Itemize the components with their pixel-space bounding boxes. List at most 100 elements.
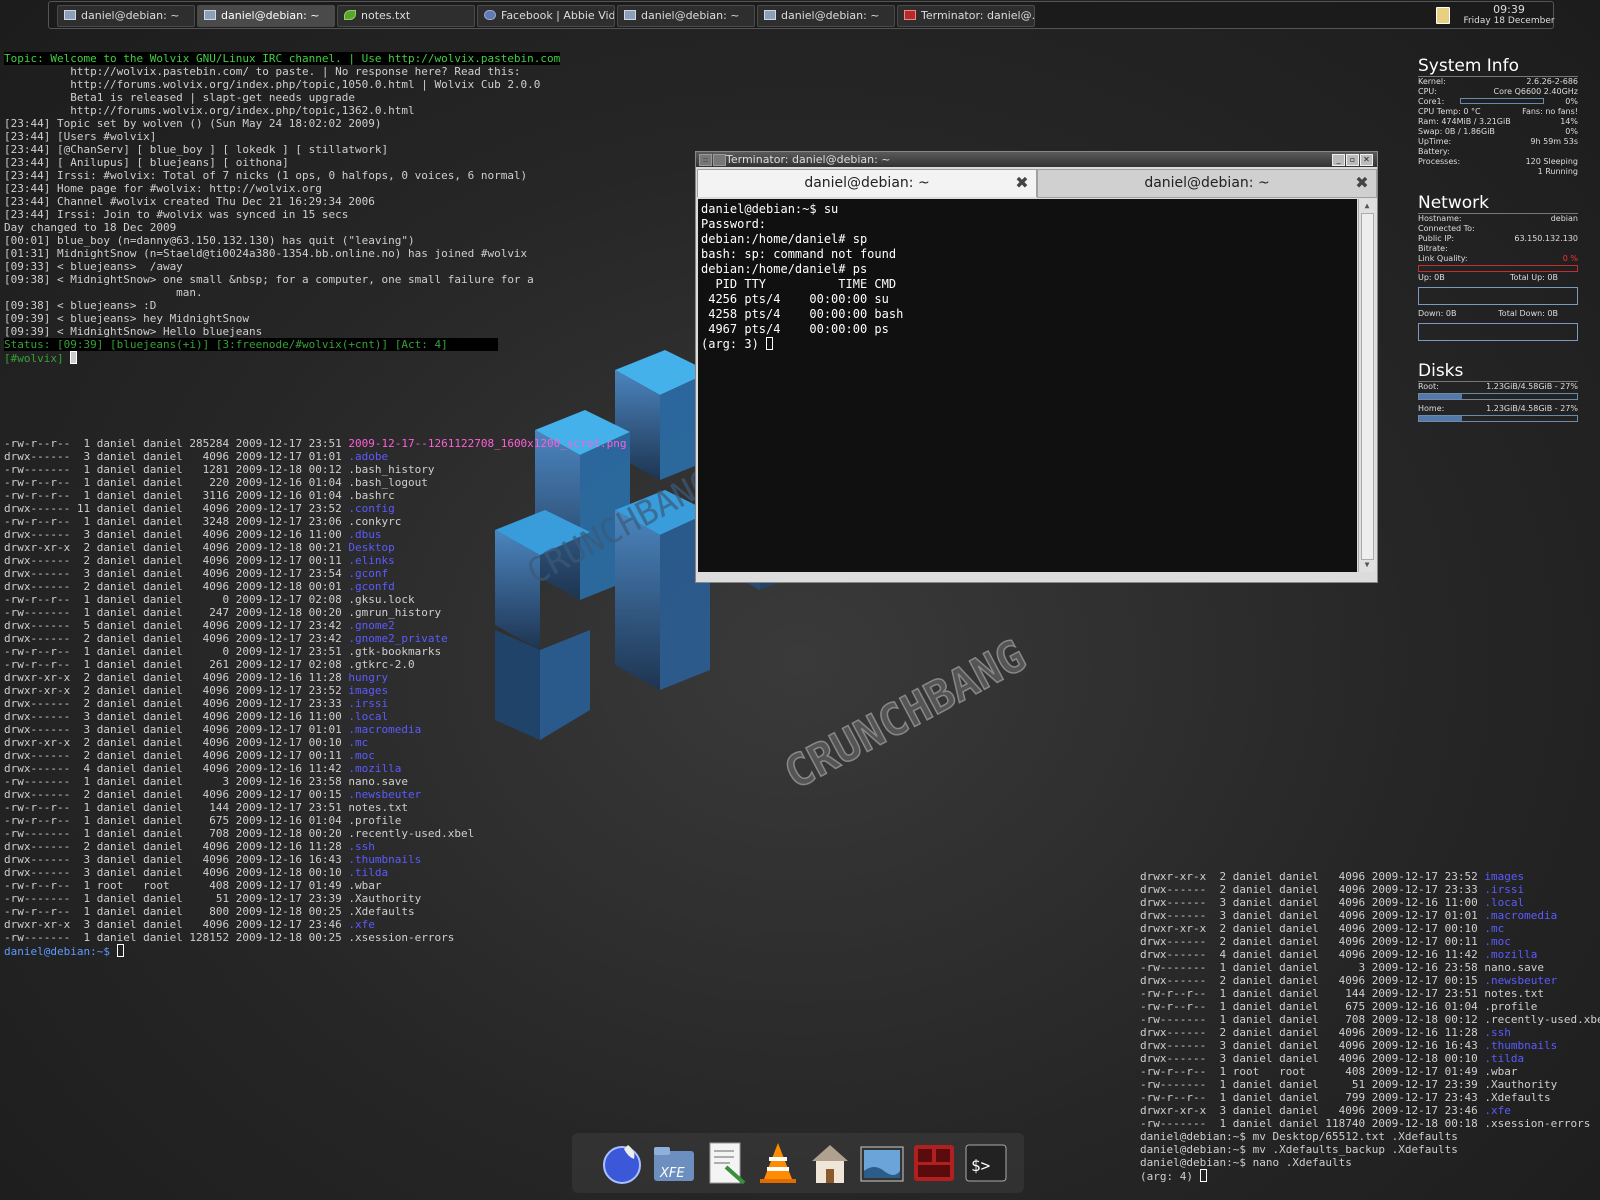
terminator-icon <box>904 10 916 20</box>
terminal-app-icon[interactable]: $> <box>964 1141 1008 1185</box>
terminal-screen[interactable]: daniel@debian:~$ su Password: debian:/home… <box>698 199 1357 572</box>
file-name: .irssi <box>348 697 389 710</box>
file-name: .gtkrc-2.0 <box>348 658 415 671</box>
listing-row: -rw------- 1 daniel daniel 1281 2009-12-… <box>4 463 627 476</box>
listing-row: drwxr-xr-x 3 daniel daniel 4096 2009-12-… <box>1140 1104 1600 1117</box>
file-meta: drwx------ 3 daniel daniel 4096 2009-12-… <box>4 853 349 866</box>
terminal-line: 4256 pts/4 00:00:00 su <box>701 292 889 306</box>
conky-row: Ram: 474MiB / 3.21GiB 14% <box>1418 117 1578 127</box>
file-meta: -rw------- 1 daniel daniel 1281 2009-12-… <box>4 463 349 476</box>
terminal-scrollbar[interactable]: ▲ ▼ <box>1358 199 1375 572</box>
leaf-icon <box>344 10 356 20</box>
conky-key: Public IP: <box>1418 234 1455 243</box>
ls-listing-left[interactable]: -rw-r--r-- 1 daniel daniel 285284 2009-1… <box>4 437 627 958</box>
conky-row: 1 Running <box>1418 167 1578 177</box>
clock[interactable]: 09:39 Friday 18 December <box>1454 4 1564 27</box>
home-folder-icon[interactable] <box>808 1141 852 1185</box>
browser-globe-icon[interactable] <box>600 1141 644 1185</box>
close-button[interactable]: ✕ <box>1360 154 1373 166</box>
conky-value: 2.6.26-2-686 <box>1526 77 1578 86</box>
conky-row: CPU: Core Q6600 2.40GHz <box>1418 87 1578 97</box>
irc-input-line[interactable]: [#wolvix] <box>4 351 560 365</box>
listing-row: -rw------- 1 daniel daniel 3 2009-12-16 … <box>4 775 627 788</box>
file-meta: -rw-r--r-- 1 daniel daniel 675 2009-12-1… <box>1140 1000 1485 1013</box>
minimize-button[interactable]: _ <box>1332 154 1345 166</box>
desktop-preview-icon[interactable] <box>860 1141 904 1185</box>
vlc-icon[interactable] <box>756 1141 800 1185</box>
tab-1-label: daniel@debian: ~ <box>804 175 930 191</box>
conky-key: Battery: <box>1418 147 1450 156</box>
conky-key: Kernel: <box>1418 77 1446 86</box>
file-name: .bash_logout <box>348 476 428 489</box>
taskbar-button[interactable]: daniel@debian: ~ <box>197 5 335 27</box>
listing-row: drwx------ 2 daniel daniel 4096 2009-12-… <box>4 554 627 567</box>
file-name: notes.txt <box>1484 987 1544 1000</box>
scroll-down-icon[interactable]: ▼ <box>1362 560 1372 570</box>
file-meta: -rw-r--r-- 1 daniel daniel 144 2009-12-1… <box>4 801 349 814</box>
shell-prompt[interactable]: daniel@debian:~$ <box>4 944 627 958</box>
terminal-icon <box>64 10 76 20</box>
window-menu-icon[interactable]: :: <box>699 154 712 166</box>
taskbar-button[interactable]: daniel@debian: ~ <box>617 5 755 27</box>
file-meta: -rw-r--r-- 1 daniel daniel 220 2009-12-1… <box>4 476 349 489</box>
terminal-icon <box>624 10 636 20</box>
terminator-window[interactable]: :: Terminator: daniel@debian: ~ _ ▫ ✕ da… <box>695 151 1378 583</box>
link-quality-bar <box>1418 265 1578 272</box>
irssi-terminal[interactable]: Topic: Welcome to the Wolvix GNU/Linux I… <box>4 52 561 365</box>
shell-command-line: daniel@debian:~$ nano .Xdefaults <box>1140 1156 1352 1169</box>
listing-row: -rw-r--r-- 1 daniel daniel 799 2009-12-1… <box>1140 1091 1600 1104</box>
listing-row: drwx------ 4 daniel daniel 4096 2009-12-… <box>4 762 627 775</box>
maximize-button[interactable]: ▫ <box>1346 154 1359 166</box>
terminal-line: PID TTY TIME CMD <box>701 277 897 291</box>
taskbar-button[interactable]: Facebook | Abbie Vid... <box>477 5 615 27</box>
irc-line: [09:39] < MidnightSnow> Hello bluejeans <box>4 325 263 338</box>
taskbar-button[interactable]: Terminator: daniel@... <box>897 5 1035 27</box>
xfe-file-manager-icon[interactable]: XFE <box>652 1141 696 1185</box>
tab-2-close-icon[interactable]: ✖ <box>1354 175 1370 191</box>
shell-command-line: daniel@debian:~$ mv Desktop/65512.txt .X… <box>1140 1130 1458 1143</box>
root-disk-value: 1.23GiB/4.58GiB - 27% <box>1486 382 1578 391</box>
window-titlebar[interactable]: :: Terminator: daniel@debian: ~ _ ▫ ✕ <box>696 152 1377 167</box>
file-name: .Xdefaults <box>348 905 415 918</box>
conky-value: debian <box>1550 214 1578 223</box>
file-meta: drwx------ 3 daniel daniel 4096 2009-12-… <box>1140 896 1485 909</box>
listing-row: -rw-r--r-- 1 daniel daniel 144 2009-12-1… <box>1140 987 1600 1000</box>
file-meta: drwx------ 3 daniel daniel 4096 2009-12-… <box>1140 1052 1485 1065</box>
taskbar-button[interactable]: daniel@debian: ~ <box>757 5 895 27</box>
listing-row: drwxr-xr-x 3 daniel daniel 4096 2009-12-… <box>4 918 627 931</box>
listing-row: drwx------ 2 daniel daniel 4096 2009-12-… <box>4 749 627 762</box>
terminal-icon <box>764 10 776 20</box>
terminator-app-icon[interactable] <box>912 1141 956 1185</box>
listing-row: drwx------ 3 daniel daniel 4096 2009-12-… <box>4 528 627 541</box>
file-name: .recently-used.xbel <box>1484 1013 1600 1026</box>
scrollbar-thumb[interactable] <box>1361 213 1374 560</box>
tab-1[interactable]: daniel@debian: ~ ✖ <box>697 169 1037 197</box>
scroll-up-icon[interactable]: ▲ <box>1362 201 1372 211</box>
ls-listing-right[interactable]: drwxr-xr-x 2 daniel daniel 4096 2009-12-… <box>1140 870 1600 1183</box>
file-meta: drwx------ 5 daniel daniel 4096 2009-12-… <box>4 619 349 632</box>
taskbar-button[interactable]: daniel@debian: ~ <box>57 5 195 27</box>
text-editor-icon[interactable] <box>704 1141 748 1185</box>
svg-text:CRUNCHBANG: CRUNCHBANG <box>776 630 1034 790</box>
calendar-icon[interactable] <box>1436 7 1450 24</box>
listing-row: drwx------ 2 daniel daniel 4096 2009-12-… <box>4 632 627 645</box>
file-meta: -rw-r--r-- 1 daniel daniel 799 2009-12-1… <box>1140 1091 1485 1104</box>
irc-line: [23:44] Irssi: #wolvix: Total of 7 nicks… <box>4 169 528 182</box>
taskbar-button[interactable]: notes.txt <box>337 5 475 27</box>
listing-row: drwx------ 2 daniel daniel 4096 2009-12-… <box>4 840 627 853</box>
conky-row: Swap: 0B / 1.86GiB 0% <box>1418 127 1578 137</box>
file-meta: -rw-r--r-- 1 daniel daniel 261 2009-12-1… <box>4 658 349 671</box>
terminal-cursor <box>766 337 774 350</box>
disks-title: Disks <box>1418 361 1578 382</box>
conky-row: Core1: 0% <box>1418 97 1578 107</box>
file-name: .macromedia <box>1484 909 1558 922</box>
conky-value: Fans: no fans! <box>1522 107 1578 116</box>
tab-1-close-icon[interactable]: ✖ <box>1014 175 1030 191</box>
listing-row: drwx------ 3 daniel daniel 4096 2009-12-… <box>1140 1052 1600 1065</box>
tab-2[interactable]: daniel@debian: ~ ✖ <box>1037 169 1377 198</box>
file-name: .recently-used.xbel <box>348 827 475 840</box>
home-disk-bar <box>1418 415 1578 422</box>
file-meta: -rw------- 1 daniel daniel 128152 2009-1… <box>4 931 349 944</box>
listing-row: -rw-r--r-- 1 daniel daniel 261 2009-12-1… <box>4 658 627 671</box>
file-name: .Xauthority <box>1484 1078 1558 1091</box>
